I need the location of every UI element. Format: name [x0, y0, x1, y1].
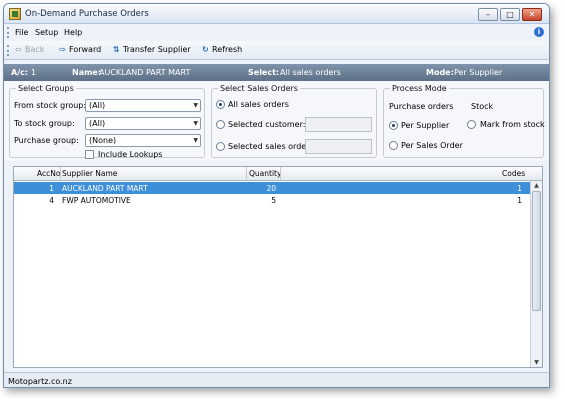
refresh-icon: ↻ [202, 45, 209, 54]
col-accno-header[interactable]: AccNo [37, 169, 60, 178]
to-stock-group-select[interactable]: (All) [85, 117, 201, 130]
select-value: All sales orders [280, 68, 341, 77]
from-stock-group-label: From stock group: [14, 101, 87, 110]
account-value: 1 [31, 68, 37, 77]
from-stock-group-select[interactable]: (All) [85, 99, 201, 112]
menu-grip-icon [7, 27, 10, 38]
window-title: On-Demand Purchase Orders [25, 9, 149, 19]
select-groups-box: Select Groups From stock group: (All) To… [9, 84, 205, 159]
scroll-thumb[interactable] [532, 191, 541, 311]
select-sales-orders-box: Select Sales Orders All sales orders Sel… [211, 84, 377, 158]
name-label: Name: [72, 68, 102, 77]
col-codes-header[interactable]: Codes [502, 169, 525, 178]
process-mode-legend: Process Mode [392, 84, 447, 93]
info-icon[interactable]: i [534, 27, 544, 37]
purchase-group-select[interactable]: (None) [85, 134, 201, 147]
maximize-button[interactable]: □ [500, 8, 520, 21]
menu-help[interactable]: Help [64, 28, 82, 37]
cell-accno: 4 [49, 196, 54, 205]
customer-field[interactable] [305, 117, 372, 132]
forward-button[interactable]: ⇨ Forward [59, 45, 101, 54]
vertical-scrollbar[interactable]: ▲ ▼ [530, 181, 542, 367]
back-arrow-icon: ⇦ [15, 45, 22, 54]
col-supplier-header[interactable]: Supplier Name [62, 169, 117, 178]
toolbar-grip-icon [7, 45, 10, 56]
stock-label: Stock [471, 102, 494, 111]
scroll-up-icon[interactable]: ▲ [531, 181, 542, 190]
cell-supplier: AUCKLAND PART MART [62, 184, 148, 193]
menu-file[interactable]: File [15, 28, 28, 37]
account-label: A/c: [11, 68, 29, 77]
refresh-button[interactable]: ↻ Refresh [202, 45, 242, 54]
mode-value: Per Supplier [454, 68, 503, 77]
table-row[interactable]: 4 FWP AUTOMOTIVE 5 1 [14, 194, 530, 206]
menu-bar: File Setup Help [4, 24, 549, 41]
scroll-down-icon[interactable]: ▼ [531, 358, 542, 367]
minimize-button[interactable]: – [478, 8, 498, 21]
status-bar: Motopartz.co.nz [4, 372, 549, 387]
cell-supplier: FWP AUTOMOTIVE [62, 196, 131, 205]
close-button[interactable]: ✕ [522, 8, 542, 21]
selected-sales-order-label: Selected sales order: [228, 142, 313, 151]
all-sales-orders-label: All sales orders [228, 100, 289, 109]
mark-from-stock-radio[interactable] [467, 120, 476, 129]
mode-label: Mode: [426, 68, 454, 77]
process-mode-box: Process Mode Purchase orders Stock Per S… [383, 84, 545, 158]
select-groups-legend: Select Groups [18, 84, 74, 93]
include-lookups-label: Include Lookups [98, 150, 163, 159]
main-window: On-Demand Purchase Orders – □ ✕ File Set… [3, 3, 550, 388]
supplier-grid: AccNo Supplier Name Quantity Codes 1 AUC… [13, 166, 543, 368]
all-sales-orders-radio[interactable] [216, 100, 225, 109]
cell-codes: 1 [517, 184, 522, 193]
title-bar: On-Demand Purchase Orders – □ ✕ [4, 4, 549, 24]
mark-from-stock-label: Mark from stock [480, 120, 545, 129]
cell-quantity: 20 [266, 184, 276, 193]
purchase-group-label: Purchase group: [14, 136, 79, 145]
transfer-icon: ⇅ [113, 45, 120, 54]
toolbar: ⇦ Back ⇨ Forward ⇅ Transfer Supplier ↻ Refre… [4, 41, 549, 60]
selected-sales-order-radio[interactable] [216, 142, 225, 151]
per-sales-order-radio[interactable] [389, 141, 398, 150]
cell-accno: 1 [49, 184, 54, 193]
options-panel: Select Groups From stock group: (All) To… [4, 81, 549, 161]
menu-setup[interactable]: Setup [35, 28, 58, 37]
forward-arrow-icon: ⇨ [59, 45, 66, 54]
account-info-bar: A/c: 1 Name: AUCKLAND PART MART Select: … [4, 64, 549, 81]
include-lookups-checkbox[interactable] [85, 150, 94, 159]
name-value: AUCKLAND PART MART [99, 68, 191, 77]
per-sales-order-label: Per Sales Order [401, 141, 463, 150]
back-button[interactable]: ⇦ Back [15, 45, 44, 54]
select-label: Select: [248, 68, 280, 77]
app-icon [9, 8, 21, 20]
to-stock-group-label: To stock group: [14, 119, 75, 128]
transfer-supplier-button[interactable]: ⇅ Transfer Supplier [113, 45, 191, 54]
table-row[interactable]: 1 AUCKLAND PART MART 20 1 [14, 182, 530, 194]
grid-header: AccNo Supplier Name Quantity Codes [14, 167, 542, 181]
status-text: Motopartz.co.nz [8, 377, 72, 386]
purchase-orders-label: Purchase orders [389, 102, 454, 111]
select-sales-orders-legend: Select Sales Orders [220, 84, 298, 93]
cell-codes: 1 [517, 196, 522, 205]
selected-customer-radio[interactable] [216, 120, 225, 129]
cell-quantity: 5 [271, 196, 276, 205]
per-supplier-label: Per Supplier [401, 121, 450, 130]
per-supplier-radio[interactable] [389, 121, 398, 130]
col-quantity-header[interactable]: Quantity [249, 169, 281, 178]
sales-order-field[interactable] [305, 139, 372, 154]
selected-customer-label: Selected customer: [228, 120, 306, 129]
